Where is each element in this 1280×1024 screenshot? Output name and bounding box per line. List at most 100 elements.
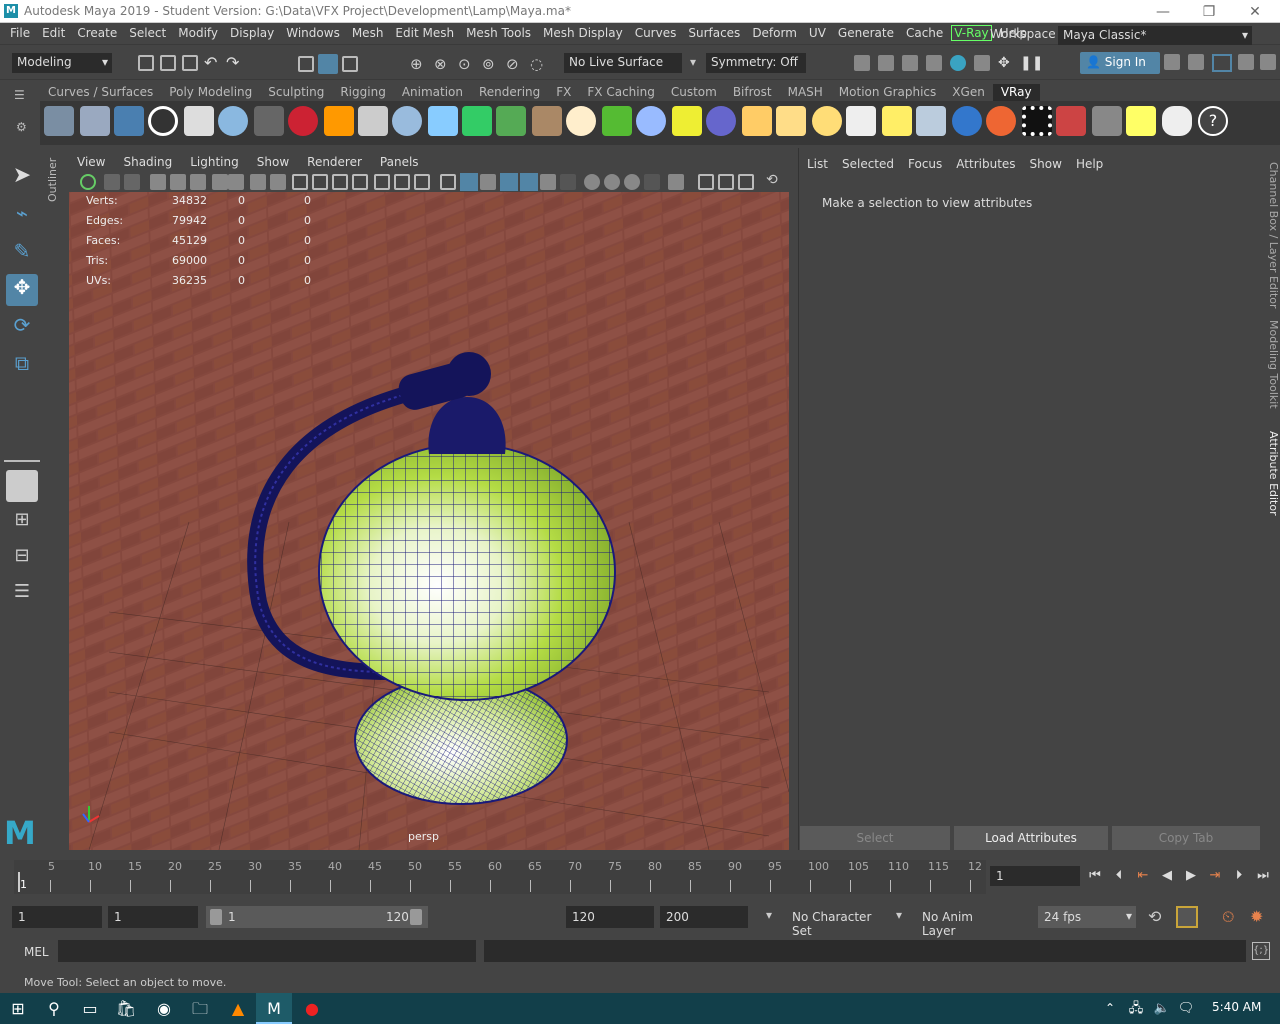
wireframe-on-shaded-icon[interactable] xyxy=(500,173,518,191)
vp-menu-renderer[interactable]: Renderer xyxy=(298,152,371,172)
textured-icon[interactable] xyxy=(520,173,538,191)
open-scene-icon[interactable] xyxy=(160,55,176,71)
chevron-down-icon[interactable]: ▾ xyxy=(766,908,772,922)
fps-dropdown[interactable]: 24 fps ▾ xyxy=(1038,906,1136,928)
menu-deform[interactable]: Deform xyxy=(746,23,803,44)
tab-attribute-editor[interactable]: Attribute Editor xyxy=(1262,430,1280,516)
new-scene-icon[interactable] xyxy=(138,55,154,71)
vray-sphere-icon[interactable] xyxy=(218,106,248,136)
anim-end-field[interactable]: 200 xyxy=(660,906,748,928)
copy-tab-button[interactable]: Copy Tab xyxy=(1112,826,1260,850)
vray-spot-light-icon[interactable] xyxy=(776,106,806,136)
restore-button[interactable]: ❐ xyxy=(1186,2,1232,22)
smooth-shade-icon[interactable] xyxy=(460,173,478,191)
tab-custom[interactable]: Custom xyxy=(663,84,725,101)
vray-dome-light-icon[interactable] xyxy=(566,106,596,136)
snap-surface-icon[interactable]: ⊘ xyxy=(506,55,519,73)
modeling-toolkit-icon[interactable] xyxy=(1164,54,1180,70)
character-controls-icon[interactable] xyxy=(1188,54,1204,70)
range-end-handle[interactable] xyxy=(410,909,422,925)
save-scene-icon[interactable] xyxy=(182,55,198,71)
shadows-icon[interactable] xyxy=(560,174,576,190)
vray-scatter-icon[interactable] xyxy=(636,106,666,136)
xray-joints-toggle-icon[interactable] xyxy=(738,174,754,190)
menu-generate[interactable]: Generate xyxy=(832,23,900,44)
camera-attributes-icon[interactable] xyxy=(104,174,120,190)
motion-blur-icon[interactable] xyxy=(604,174,620,190)
tab-xgen[interactable]: XGen xyxy=(944,84,993,101)
outliner-tab[interactable]: Outliner xyxy=(46,150,64,210)
use-all-lights-icon[interactable] xyxy=(540,174,556,190)
wireframe-icon[interactable] xyxy=(440,174,456,190)
default-material-icon[interactable] xyxy=(480,174,496,190)
step-forward-frame-icon[interactable]: ⇥ xyxy=(1206,866,1224,886)
vray-proxy-icon[interactable] xyxy=(392,106,422,136)
network-icon[interactable]: 🖧 xyxy=(1124,993,1148,1024)
menu-mesh-tools[interactable]: Mesh Tools xyxy=(460,23,537,44)
tab-modeling-toolkit[interactable]: Modeling Toolkit xyxy=(1262,318,1280,410)
render-region-icon[interactable] xyxy=(974,55,990,71)
workspace-dropdown[interactable]: Maya Classic* ▾ xyxy=(1058,26,1252,45)
select-by-hierarchy-icon[interactable] xyxy=(298,56,314,72)
render-view-icon[interactable] xyxy=(926,55,942,71)
live-surface-field[interactable]: No Live Surface xyxy=(564,53,682,73)
chevron-up-icon[interactable]: ⌃ xyxy=(1098,993,1122,1024)
depth-of-field-icon[interactable] xyxy=(644,174,660,190)
vlc-icon[interactable]: ▲ xyxy=(220,993,256,1024)
tab-vray[interactable]: VRay xyxy=(992,84,1040,101)
vp-menu-lighting[interactable]: Lighting xyxy=(181,152,248,172)
rotate-tool-icon[interactable]: ⟳ xyxy=(6,312,38,344)
playback-prefs-icon[interactable]: ⏲ xyxy=(1222,907,1234,927)
auto-key-icon[interactable] xyxy=(1176,906,1198,928)
help-icon[interactable]: ? xyxy=(1198,106,1228,136)
render-current-frame-icon[interactable] xyxy=(878,55,894,71)
tool-settings-icon[interactable] xyxy=(1238,54,1254,70)
anim-layer-field[interactable]: No Anim Layer xyxy=(916,906,1016,938)
tab-rigging[interactable]: Rigging xyxy=(332,84,393,101)
menu-uv[interactable]: UV xyxy=(803,23,832,44)
tab-mash[interactable]: MASH xyxy=(780,84,831,101)
2d-pan-zoom-icon[interactable] xyxy=(170,174,186,190)
vray-ipr-icon[interactable]: ✥ xyxy=(998,55,1010,71)
vray-logo-icon[interactable] xyxy=(148,106,178,136)
vray-mesh-light-icon[interactable] xyxy=(742,106,772,136)
vray-cone-icon[interactable] xyxy=(428,106,458,136)
vray-fur-icon[interactable] xyxy=(496,106,526,136)
chevron-down-icon[interactable]: ▾ xyxy=(690,55,696,69)
vp-menu-shading[interactable]: Shading xyxy=(114,152,181,172)
grid-icon[interactable] xyxy=(292,174,308,190)
gate-mask-icon[interactable] xyxy=(270,174,286,190)
bookmark-icon[interactable] xyxy=(212,174,228,190)
resolution-gate-icon[interactable] xyxy=(332,174,348,190)
search-icon[interactable]: ⚲ xyxy=(36,993,72,1024)
play-backwards-icon[interactable]: ◀ xyxy=(1158,866,1176,886)
tab-poly-modeling[interactable]: Poly Modeling xyxy=(161,84,260,101)
vray-table-icon[interactable] xyxy=(1092,106,1122,136)
task-view-icon[interactable]: ▭ xyxy=(72,993,108,1024)
snap-grid-icon[interactable]: ⊕ xyxy=(410,55,423,73)
film-gate-icon[interactable] xyxy=(312,174,328,190)
snap-pivot-icon[interactable]: ◌ xyxy=(530,55,543,73)
mode-dropdown[interactable]: Modeling ▾ xyxy=(12,53,112,73)
ae-menu-help[interactable]: Help xyxy=(1069,155,1110,173)
grease-pencil-icon[interactable] xyxy=(190,174,206,190)
tab-animation[interactable]: Animation xyxy=(394,84,471,101)
chrome-icon[interactable]: ◉ xyxy=(146,993,182,1024)
menu-surfaces[interactable]: Surfaces xyxy=(682,23,746,44)
paint-select-tool-icon[interactable]: ✎ xyxy=(6,238,38,270)
vray-grass-icon[interactable] xyxy=(602,106,632,136)
anti-aliasing-icon[interactable] xyxy=(624,174,640,190)
load-attributes-button[interactable]: Load Attributes xyxy=(954,826,1108,850)
pause-icon[interactable]: ❚❚ xyxy=(1020,55,1043,71)
play-forwards-icon[interactable]: ▶ xyxy=(1182,866,1200,886)
chevron-down-icon[interactable]: ▾ xyxy=(896,908,902,922)
loop-icon[interactable]: ⟲ xyxy=(1148,907,1161,926)
menu-display[interactable]: Display xyxy=(224,23,280,44)
vray-plane-icon[interactable] xyxy=(358,106,388,136)
vray-fire-icon[interactable] xyxy=(324,106,354,136)
menu-windows[interactable]: Windows xyxy=(280,23,346,44)
menu-vray[interactable]: V-Ray xyxy=(951,25,992,41)
go-to-end-icon[interactable]: ⏭ xyxy=(1254,866,1272,886)
vray-frame-buffer-icon[interactable] xyxy=(80,106,110,136)
volume-icon[interactable]: 🔈 xyxy=(1150,993,1174,1024)
